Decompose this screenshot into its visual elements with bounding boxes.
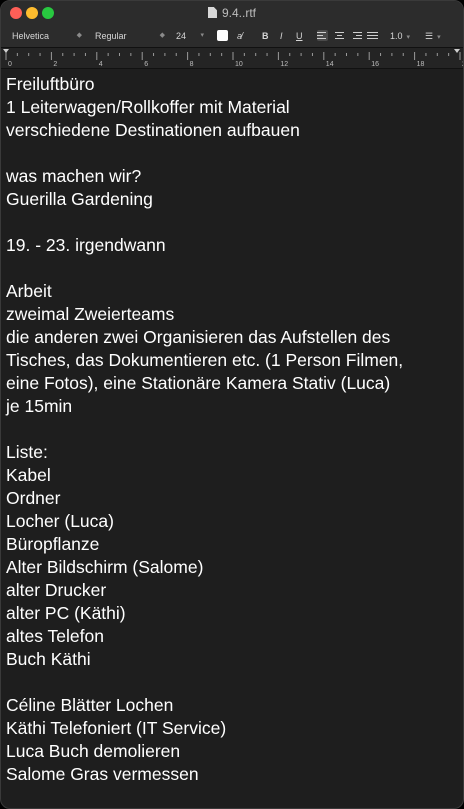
text-line: die anderen zwei Organisieren das Aufste…: [6, 327, 391, 347]
text-line: Buch Käthi: [6, 649, 91, 669]
text-line: Locher (Luca): [6, 511, 114, 531]
align-center-button[interactable]: [334, 30, 345, 41]
ruler-label: 14: [326, 61, 334, 68]
line-spacing-select[interactable]: 1.0 ▾: [390, 29, 410, 43]
indent-marker-icon[interactable]: [3, 49, 9, 53]
text-line: [6, 142, 461, 165]
format-toolbar: Helvetica ◆ Regular ◆ 24 ▾ a̸ B I U 1.0 ▾ ☰ ▾: [1, 25, 463, 48]
text-line: altes Telefon: [6, 626, 104, 646]
bulleted-list-icon: ☰: [425, 31, 434, 41]
align-right-button[interactable]: [351, 30, 362, 41]
document-icon: [207, 7, 217, 18]
text-line: zweimal Zweierteams: [6, 304, 175, 324]
line-spacing-value: 1.0: [390, 31, 403, 41]
chevron-down-icon: ▾: [200, 32, 204, 39]
text-line: verschiedene Destinationen aufbauen: [6, 120, 300, 140]
bold-button[interactable]: B: [262, 29, 269, 43]
document-text[interactable]: Freiluftbüro 1 Leiterwagen/Rollkoffer mit…: [6, 73, 461, 786]
list-style-button[interactable]: ☰ ▾: [425, 29, 441, 43]
font-style-value: Regular: [95, 31, 127, 41]
ruler-label: 2: [53, 61, 57, 68]
chevron-down-icon: ▾: [406, 34, 411, 41]
text-line: [6, 671, 461, 694]
font-size-select[interactable]: 24 ▾: [176, 29, 204, 43]
align-left-button[interactable]: [317, 30, 328, 41]
window-title-text: 9.4..rtf: [221, 6, 256, 20]
text-line: Ordner: [6, 488, 61, 508]
ruler-label: 16: [371, 61, 379, 68]
ruler-label: 6: [144, 61, 148, 68]
font-style-select[interactable]: Regular ◆: [95, 29, 165, 43]
textedit-window: 9.4..rtf Helvetica ◆ Regular ◆ 24 ▾ a̸ B I …: [0, 0, 464, 809]
ruler-label: 18: [417, 61, 425, 68]
font-size-value: 24: [176, 31, 187, 41]
text-line: Arbeit: [6, 281, 52, 301]
text-line: 19. - 23. irgendwann: [6, 235, 166, 255]
text-line: 1 Leiterwagen/Rollkoffer mit Material: [6, 97, 290, 117]
ruler[interactable]: 02468101214161820: [1, 48, 463, 69]
text-line: Luca Buch demolieren: [6, 741, 181, 761]
text-line: Freiluftbüro: [6, 74, 95, 94]
title-bar[interactable]: 9.4..rtf: [1, 1, 463, 25]
ruler-label: 8: [190, 61, 194, 68]
text-line: Kabel: [6, 465, 51, 485]
chevron-updown-icon: ◆: [76, 32, 82, 39]
ruler-label: 0: [8, 61, 12, 68]
text-line: Büropflanze: [6, 534, 100, 554]
text-line: Liste:: [6, 442, 48, 462]
ruler-scale: 02468101214161820: [3, 49, 463, 68]
text-line: Guerilla Gardening: [6, 189, 153, 209]
highlight-color-button[interactable]: a̸: [237, 29, 242, 43]
align-justify-button[interactable]: [367, 30, 378, 41]
text-line: alter Drucker: [6, 580, 107, 600]
font-family-select[interactable]: Helvetica ◆: [12, 29, 82, 43]
ruler-label: 10: [235, 61, 243, 68]
underline-button[interactable]: U: [296, 29, 303, 43]
ruler-label: 12: [280, 61, 288, 68]
highlight-pen-icon: a̸: [237, 31, 243, 41]
window-title: 9.4..rtf: [1, 6, 463, 20]
text-color-swatch[interactable]: [217, 30, 228, 41]
text-line: eine Fotos), eine Stationäre Kamera Stat…: [6, 373, 391, 393]
text-line: [6, 257, 461, 280]
text-line: alter PC (Käthi): [6, 603, 126, 623]
chevron-down-icon: ▾: [437, 34, 441, 41]
text-line: was machen wir?: [6, 166, 142, 186]
ruler-label: 4: [99, 61, 103, 68]
text-line: Céline Blätter Lochen: [6, 695, 174, 715]
text-line: [6, 418, 461, 441]
text-line: Salome Gras vermessen: [6, 764, 199, 784]
right-margin-marker-icon[interactable]: [454, 49, 460, 53]
text-line: Tisches, das Dokumentieren etc. (1 Perso…: [6, 350, 404, 370]
italic-button[interactable]: I: [280, 29, 283, 43]
text-line: Alter Bildschirm (Salome): [6, 557, 204, 577]
text-line: je 15min: [6, 396, 73, 416]
font-family-value: Helvetica: [12, 31, 50, 41]
text-line: Käthi Telefoniert (IT Service): [6, 718, 227, 738]
chevron-updown-icon: ◆: [159, 32, 165, 39]
text-line: [6, 211, 461, 234]
